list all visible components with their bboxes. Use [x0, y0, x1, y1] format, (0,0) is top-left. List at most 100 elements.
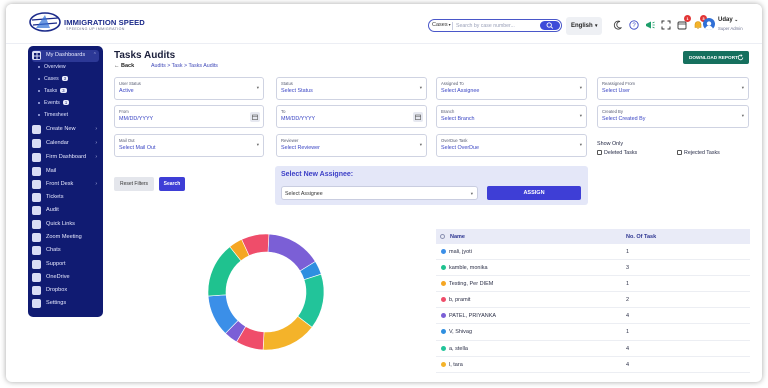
- branch-select[interactable]: Branch Select Branch ▾: [436, 105, 587, 128]
- sidebar-subitem-tasks[interactable]: Tasks 3: [38, 88, 67, 97]
- sidebar-item-settings[interactable]: Settings: [32, 298, 99, 310]
- mail-out-select[interactable]: Mail Out Select Mail Out ▾: [114, 134, 264, 157]
- row-name: a, stella: [449, 345, 468, 352]
- dropbox-icon: [32, 286, 41, 295]
- color-dot-icon: [441, 345, 446, 351]
- sidebar-subitem-events[interactable]: Events 1: [38, 100, 70, 109]
- sidebar-item-support[interactable]: Support: [32, 259, 99, 271]
- reviewer-select[interactable]: Reviewer Select Reviewer ▾: [276, 134, 427, 157]
- top-header: IMMIGRATION SPEED SPEEDING UP IMMIGRATIO…: [6, 4, 762, 44]
- link-icon: [32, 220, 41, 229]
- assign-button[interactable]: ASSIGN: [487, 186, 581, 200]
- sidebar-subitem-cases[interactable]: Cases 3: [38, 76, 69, 85]
- search-submit-button[interactable]: Search: [159, 177, 185, 191]
- dashboard-icon: [32, 51, 41, 60]
- sidebar-item-mail[interactable]: Mail: [32, 166, 99, 178]
- sidebar-item-zoom-meeting[interactable]: Zoom Meeting: [32, 232, 99, 244]
- select-all-icon[interactable]: [440, 234, 445, 239]
- color-dot-icon: [441, 265, 446, 271]
- caret-down-icon: ▼: [594, 23, 599, 28]
- sidebar-item-onedrive[interactable]: OneDrive: [32, 272, 99, 284]
- task-distribution-donut-chart: [207, 233, 325, 351]
- assignee-select[interactable]: Select Assignee ▾: [281, 186, 478, 200]
- fullscreen-icon[interactable]: [660, 18, 672, 30]
- megaphone-icon[interactable]: [644, 18, 656, 30]
- sidebar-item-label: My Dashboards: [46, 52, 86, 58]
- chevron-down-icon: ▾: [419, 142, 422, 147]
- status-select[interactable]: Status Select Status ▾: [276, 77, 427, 100]
- from-date-field[interactable]: From MM/DD/YYYY: [114, 105, 264, 128]
- column-header-count[interactable]: No. Of Task: [626, 234, 656, 240]
- sidebar-item-firm-dashboard[interactable]: Firm Dashboard ›: [32, 152, 99, 164]
- tasks-table: Name No. Of Task mali, jyoti 1 kamble, mon…: [436, 229, 750, 373]
- user-status-select[interactable]: User Status Active ▾: [114, 77, 264, 100]
- moon-icon[interactable]: [612, 18, 624, 30]
- sidebar-item-my-dashboards[interactable]: My Dashboards ⌃: [32, 50, 99, 62]
- chevron-down-icon: ▾: [256, 142, 259, 147]
- field-label: Status: [281, 81, 293, 86]
- search-scope-select[interactable]: Cases▾: [432, 22, 451, 28]
- back-button[interactable]: ← Back: [114, 63, 134, 69]
- field-label: User Status: [119, 81, 141, 86]
- help-icon[interactable]: ?: [628, 18, 640, 30]
- donut-slice[interactable]: [267, 233, 316, 272]
- assigned-to-select[interactable]: Assigned To Select Assignee ▾: [436, 77, 587, 100]
- sidebar-item-quick-links[interactable]: Quick Links: [32, 219, 99, 231]
- app-window: IMMIGRATION SPEED SPEEDING UP IMMIGRATIO…: [6, 4, 762, 382]
- calendar-icon[interactable]: [250, 112, 260, 122]
- reassigned-from-select[interactable]: Reassigned From Select User ▾: [597, 77, 749, 100]
- download-report-button[interactable]: DOWNLOAD REPORT: [683, 51, 749, 64]
- field-value: Select User: [602, 88, 630, 94]
- table-row[interactable]: a, stella 4: [436, 341, 750, 357]
- gear-icon: [32, 299, 41, 308]
- chevron-down-icon: ▾: [470, 191, 473, 196]
- language-select[interactable]: English ▼: [566, 17, 602, 35]
- calendar-alert-icon[interactable]: 1: [676, 15, 691, 30]
- table-row[interactable]: Testing, Per DIEM 1: [436, 276, 750, 293]
- sidebar-item-audit[interactable]: Audit: [32, 205, 99, 217]
- breadcrumb[interactable]: Audits > Task > Tasks Audits: [151, 63, 218, 69]
- table-row[interactable]: V, Shivag 1: [436, 324, 750, 341]
- field-label: From: [119, 109, 129, 114]
- donut-slice[interactable]: [262, 315, 313, 351]
- download-label: DOWNLOAD REPORT: [689, 55, 738, 60]
- table-row[interactable]: b, pramit 2: [436, 292, 750, 309]
- table-row[interactable]: mali, jyoti 1: [436, 244, 750, 261]
- sidebar: My Dashboards ⌃ Overview Cases 3 Tasks 3 E…: [28, 46, 103, 317]
- table-row[interactable]: PATEL, PRIYANKA 4: [436, 308, 750, 325]
- avatar[interactable]: [703, 18, 715, 30]
- search-input[interactable]: [456, 22, 526, 30]
- search-icon: [546, 22, 554, 29]
- logo[interactable]: IMMIGRATION SPEED SPEEDING UP IMMIGRATIO…: [28, 10, 168, 36]
- sidebar-subitem-timesheet[interactable]: Timesheet: [38, 112, 68, 121]
- reset-filters-button[interactable]: Reset Filters: [114, 177, 154, 191]
- sidebar-item-tickets[interactable]: Tickets: [32, 192, 99, 204]
- column-header-name[interactable]: Name: [450, 234, 465, 240]
- sidebar-item-create-new[interactable]: Create New ›: [32, 124, 99, 136]
- deleted-tasks-checkbox[interactable]: Deleted Tasks: [597, 150, 637, 156]
- field-label: Mail Out: [119, 138, 135, 143]
- field-value: Select Mail Out: [119, 145, 156, 151]
- sidebar-item-dropbox[interactable]: Dropbox: [32, 285, 99, 297]
- rejected-tasks-checkbox[interactable]: Rejected Tasks: [677, 150, 720, 156]
- field-label: Assigned To: [441, 81, 464, 86]
- field-label: Reviewer: [281, 138, 299, 143]
- field-value: MM/DD/YYYY: [119, 116, 154, 122]
- to-date-field[interactable]: To MM/DD/YYYY: [276, 105, 427, 128]
- overdue-task-select[interactable]: OverDue Task Select OverDue ▾: [436, 134, 587, 157]
- created-by-select[interactable]: Created By Select Created By ▾: [597, 105, 749, 128]
- sidebar-subitem-overview[interactable]: Overview: [38, 64, 66, 73]
- user-icon: [704, 21, 714, 30]
- sidebar-item-calendar[interactable]: Calendar ›: [32, 138, 99, 150]
- calendar-icon[interactable]: [413, 112, 423, 122]
- table-row[interactable]: l, tara 4: [436, 357, 750, 373]
- sidebar-item-front-desk[interactable]: Front Desk ›: [32, 179, 99, 191]
- user-name[interactable]: Uday ⌄: [718, 17, 738, 23]
- row-name: l, tara: [449, 361, 463, 368]
- search-button[interactable]: [540, 21, 560, 30]
- field-value: Active: [119, 88, 134, 94]
- page-title: Tasks Audits: [114, 50, 176, 61]
- chevron-down-icon: ▾: [448, 22, 451, 27]
- table-row[interactable]: kamble, monika 3: [436, 260, 750, 277]
- sidebar-item-chats[interactable]: Chats: [32, 245, 99, 257]
